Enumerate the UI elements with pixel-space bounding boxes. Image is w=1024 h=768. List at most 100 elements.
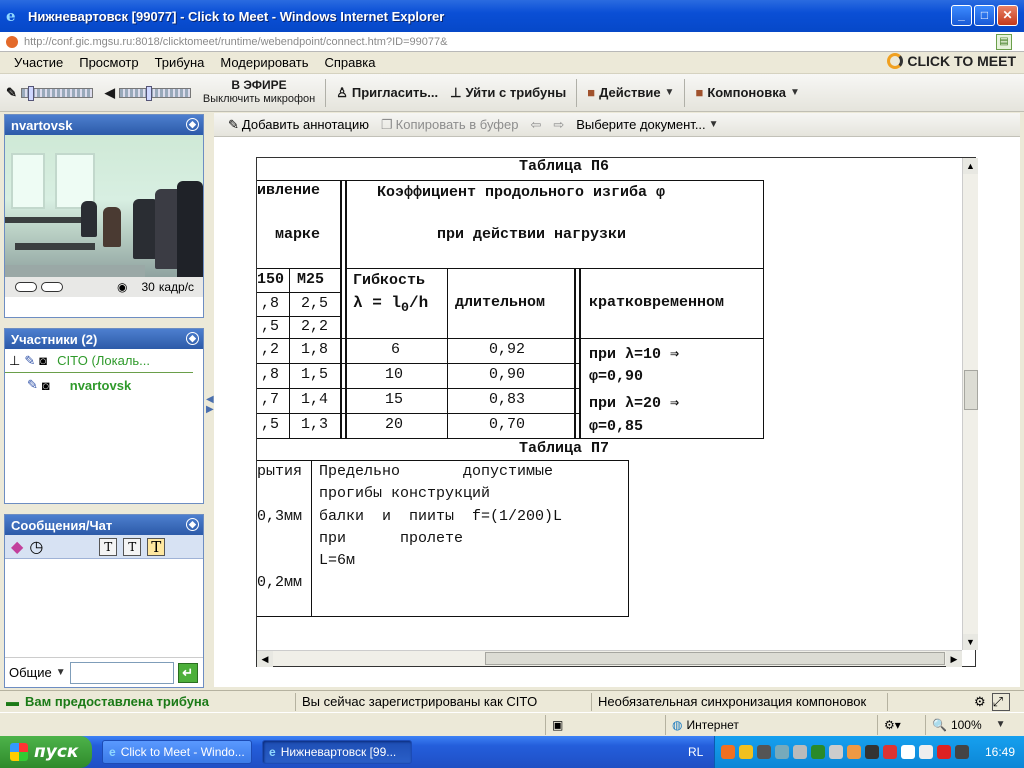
language-indicator[interactable]: RL [688, 745, 703, 759]
add-annotation-button[interactable]: ✎ Добавить аннотацию [222, 117, 375, 133]
window-title: Нижневартовск [99077] - Click to Meet - … [28, 8, 445, 24]
main-toolbar: ✎ ◀ В ЭФИРЕ Выключить микрофон ♙ Пригласи… [0, 74, 1024, 112]
speaker-level[interactable]: ◀ [99, 85, 197, 101]
video-title: nvartovsk [11, 117, 73, 133]
start-label: пуск [34, 742, 79, 762]
font-small-icon[interactable]: T [99, 537, 118, 556]
tray-icon[interactable] [883, 745, 897, 759]
send-button[interactable]: ↵ [177, 662, 198, 683]
collapse-icon[interactable]: ◆ [186, 518, 199, 531]
chat-toolbar: ◆ ◷ T T T [5, 535, 203, 559]
podium-icon: ⊥ [9, 352, 21, 368]
tray-icon[interactable] [955, 745, 969, 759]
address-url[interactable]: http://conf.gic.mgsu.ru:8018/clicktomeet… [24, 36, 447, 48]
menu-tribune[interactable]: Трибуна [147, 55, 213, 70]
tray-icon[interactable] [775, 745, 789, 759]
collapse-icon[interactable]: ◆ [186, 332, 199, 345]
invite-button[interactable]: ♙ Пригласить... [330, 85, 444, 101]
tray-icon[interactable] [739, 745, 753, 759]
ie-icon: e [6, 7, 16, 25]
mic-icon: ✎ [27, 377, 38, 392]
tray-icon[interactable] [847, 745, 861, 759]
start-button[interactable]: пуск [0, 736, 92, 768]
participant-row[interactable]: ✎ ◙ nvartovsk [5, 373, 203, 397]
chat-scope-select[interactable]: Общие [9, 665, 52, 680]
close-button[interactable]: ✕ [997, 5, 1018, 26]
tray-icon[interactable] [901, 745, 915, 759]
collapse-icon[interactable]: ◆ [186, 118, 199, 131]
chat-input[interactable] [69, 661, 174, 684]
tray-icon[interactable] [937, 745, 951, 759]
next-page-button[interactable]: ⇨ [547, 117, 570, 133]
prev-page-button[interactable]: ⇦ [524, 117, 547, 133]
scroll-thumb[interactable] [485, 652, 945, 665]
pause-button[interactable] [15, 282, 37, 292]
minimize-button[interactable]: _ [951, 5, 972, 26]
action-menu[interactable]: ■ Действие ▼ [581, 85, 680, 100]
mic-icon: ✎ [6, 84, 17, 100]
scroll-left-icon[interactable]: ◀ [257, 651, 273, 667]
participants-header: Участники (2) ◆ [5, 329, 203, 349]
protected-mode-icon[interactable]: ⚙▾ [877, 714, 925, 735]
zoom-control[interactable]: 🔍 100% ▼ [925, 714, 1024, 735]
task-label: Click to Meet - Windo... [120, 745, 245, 759]
taskbar-item-active[interactable]: e Нижневартовск [99... [262, 740, 412, 764]
menu-help[interactable]: Справка [317, 55, 384, 70]
mic-meter[interactable] [20, 85, 93, 101]
zoom-icon: 🔍 [932, 717, 947, 732]
action-label: Действие [599, 85, 661, 100]
speaker-meter[interactable] [118, 85, 191, 101]
address-bar[interactable]: http://conf.gic.mgsu.ru:8018/clicktomeet… [0, 32, 1024, 52]
maximize-button[interactable]: □ [974, 5, 995, 26]
scroll-thumb[interactable] [964, 370, 978, 410]
logo-text: CLICK TO MEET [907, 53, 1016, 69]
menu-moderate[interactable]: Модерировать [212, 55, 316, 70]
leave-tribune-button[interactable]: ⊥ Уйти с трибуны [444, 85, 572, 101]
menu-participation[interactable]: Участие [6, 55, 71, 70]
c1-r4-a: ,8 [261, 366, 280, 383]
zone-text: Интернет [686, 717, 739, 732]
long-val: 0,90 [489, 366, 526, 383]
tray-icon[interactable] [829, 745, 843, 759]
font-large-icon[interactable]: T [147, 537, 166, 556]
scroll-down-icon[interactable]: ▼ [963, 634, 978, 650]
scroll-right-icon[interactable]: ▶ [946, 651, 962, 667]
chevron-down-icon[interactable]: ▼ [56, 667, 66, 678]
short-head: кратковременном [589, 294, 725, 311]
document-vertical-scrollbar[interactable]: ▲ ▼ [962, 158, 978, 650]
on-air-button[interactable]: В ЭФИРЕ Выключить микрофон [197, 79, 321, 106]
tray-icon[interactable] [865, 745, 879, 759]
copy-icon: ❐ [381, 116, 393, 132]
tray-icon[interactable] [811, 745, 825, 759]
page-icon[interactable]: ▤ [996, 34, 1012, 50]
t7-line: Предельно допустимые [319, 463, 554, 480]
mute-label: Выключить микрофон [202, 93, 316, 105]
zoom-value: 100% [950, 717, 982, 732]
menu-view[interactable]: Просмотр [71, 55, 146, 70]
fullscreen-icon[interactable]: ⤢ [991, 692, 1010, 711]
clock-icon[interactable]: ◷ [29, 537, 43, 557]
tray-icon[interactable] [793, 745, 807, 759]
taskbar: пуск e Click to Meet - Windo... e Нижнев… [0, 736, 1024, 768]
scroll-up-icon[interactable]: ▲ [963, 158, 978, 174]
tray-icon[interactable] [721, 745, 735, 759]
clock[interactable]: 16:49 [985, 745, 1015, 759]
eraser-icon[interactable]: ◆ [11, 537, 23, 557]
chevron-down-icon: ▼ [995, 719, 1006, 730]
splitter-handle[interactable]: ◀ ▶ [206, 395, 214, 415]
stop-button[interactable] [41, 282, 63, 292]
taskbar-item[interactable]: e Click to Meet - Windo... [102, 740, 252, 764]
site-icon [6, 35, 18, 48]
document-select[interactable]: Выберите документ... ▼ [570, 117, 724, 132]
layout-menu[interactable]: ■ Компоновка ▼ [689, 85, 805, 100]
tray-icon[interactable] [919, 745, 933, 759]
copy-to-buffer-button[interactable]: ❐ Копировать в буфер [375, 117, 524, 133]
participant-row[interactable]: ⊥ ✎ ◙ CITO (Локаль... [5, 349, 193, 373]
t7-line: при пролете [319, 530, 464, 547]
tray-icon[interactable] [757, 745, 771, 759]
mic-level[interactable]: ✎ [0, 85, 99, 101]
document-horizontal-scrollbar[interactable]: ◀ ▶ [257, 650, 962, 667]
clicktomeet-logo: CLICK TO MEET [887, 53, 1016, 69]
font-medium-icon[interactable]: T [123, 537, 142, 556]
network-icon[interactable]: ⚙ [968, 693, 992, 711]
